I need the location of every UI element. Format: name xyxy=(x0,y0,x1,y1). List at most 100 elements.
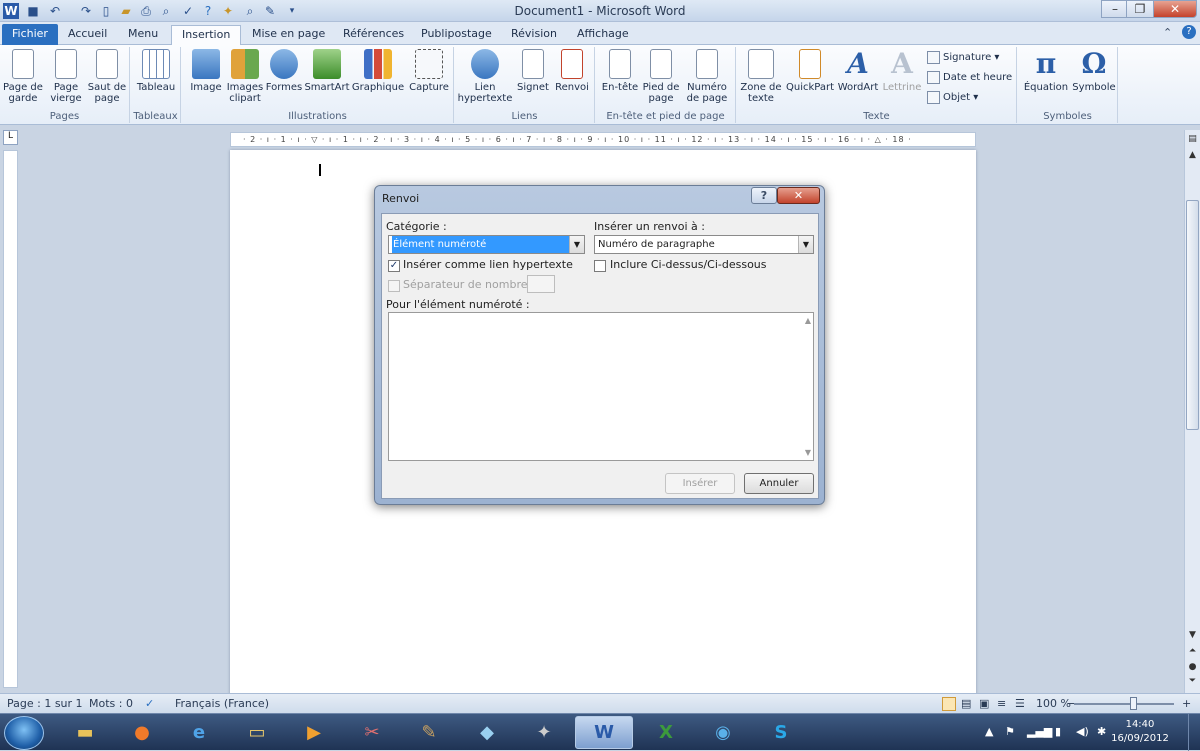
smartart-button[interactable]: SmartArt xyxy=(304,49,350,93)
numero-de-page-button[interactable]: Numéro de page xyxy=(682,49,732,104)
outlook-taskbar-icon[interactable]: ▭ xyxy=(228,716,286,749)
print-layout-icon[interactable] xyxy=(942,697,956,711)
tab-affichage[interactable]: Affichage xyxy=(567,25,639,45)
scroll-down-arrow[interactable]: ▼ xyxy=(1186,630,1199,644)
group-label-texte: Texte xyxy=(863,111,890,122)
images-clipart-button[interactable]: Images clipart xyxy=(226,49,264,104)
signet-button[interactable]: Signet xyxy=(515,49,551,93)
chevron-down-icon[interactable]: ▼ xyxy=(798,236,813,253)
dialog-help-button[interactable]: ? xyxy=(751,187,777,204)
power-icon[interactable]: ▮ xyxy=(1055,725,1061,738)
lien-hypertexte-button[interactable]: Lien hypertexte xyxy=(457,49,513,104)
clock[interactable]: 14:40 16/09/2012 xyxy=(1110,718,1170,746)
full-screen-reading-icon[interactable]: ▤ xyxy=(961,697,971,710)
zoom-in-button[interactable]: + xyxy=(1182,697,1191,710)
show-hidden-icons-arrow[interactable]: ▲ xyxy=(985,725,993,738)
page-count[interactable]: Page : 1 sur 1 xyxy=(7,697,83,710)
firefox-taskbar-icon[interactable]: ● xyxy=(113,716,171,749)
list-scroll-down-arrow[interactable]: ▼ xyxy=(805,448,811,457)
tab-mise-en-page[interactable]: Mise en page xyxy=(242,25,335,45)
minimize-button[interactable]: – xyxy=(1101,0,1129,18)
list-scroll-up-arrow[interactable]: ▲ xyxy=(805,316,811,325)
separateur-checkbox[interactable] xyxy=(388,280,400,292)
close-window-button[interactable]: ✕ xyxy=(1153,0,1197,18)
horizontal-ruler[interactable]: · 2 · ı · 1 · ı · ▽ · ı · 1 · ı · 2 · ı … xyxy=(230,132,976,147)
saut-de-page-button[interactable]: Saut de page xyxy=(86,49,128,104)
word-count[interactable]: Mots : 0 xyxy=(89,697,133,710)
inserer-renvoi-select[interactable]: Numéro de paragraphe ▼ xyxy=(594,235,814,254)
scrollbar-thumb[interactable] xyxy=(1186,200,1199,430)
formes-button[interactable]: Formes xyxy=(265,49,303,93)
skype-taskbar-icon[interactable]: S xyxy=(752,716,810,749)
paint-taskbar-icon[interactable]: ✎ xyxy=(400,716,458,749)
media-player-taskbar-icon[interactable]: ▶ xyxy=(285,716,343,749)
date-et-heure-button[interactable]: Date et heure xyxy=(927,69,1012,89)
outline-icon[interactable]: ≡ xyxy=(997,697,1006,710)
internet-explorer-taskbar-icon[interactable]: e xyxy=(170,716,228,749)
page-vierge-button[interactable]: Page vierge xyxy=(46,49,86,104)
tab-references[interactable]: Références xyxy=(333,25,414,45)
tab-selector-button[interactable]: L xyxy=(3,130,18,145)
lien-hypertexte-checkbox[interactable]: ✓ xyxy=(388,260,400,272)
zoom-slider-thumb[interactable] xyxy=(1130,697,1137,710)
tab-accueil[interactable]: Accueil xyxy=(58,25,117,45)
graphique-button[interactable]: Graphique xyxy=(350,49,406,93)
thunderbird-taskbar-icon[interactable]: ◉ xyxy=(694,716,752,749)
lettrine-button[interactable]: A Lettrine xyxy=(881,49,923,94)
pied-de-page-button[interactable]: Pied de page xyxy=(640,49,682,104)
snipping-tool-taskbar-icon[interactable]: ✂ xyxy=(343,716,401,749)
scroll-up-arrow[interactable]: ▲ xyxy=(1186,150,1199,164)
browse-object-icon[interactable]: ● xyxy=(1186,662,1199,676)
zoom-level[interactable]: 100 % xyxy=(1036,697,1071,710)
quickpart-button[interactable]: QuickPart xyxy=(785,49,835,93)
show-desktop-button[interactable] xyxy=(1188,714,1200,751)
page-de-garde-button[interactable]: Page de garde xyxy=(2,49,44,104)
tab-insertion[interactable]: Insertion xyxy=(171,25,242,46)
web-layout-icon[interactable]: ▣ xyxy=(979,697,989,710)
volume-icon[interactable]: ◀) xyxy=(1076,725,1089,738)
ruler-toggle-icon[interactable]: ▤ xyxy=(1186,134,1199,148)
categorie-select[interactable]: Élément numéroté ▼ xyxy=(388,235,585,254)
inclure-checkbox[interactable] xyxy=(594,260,606,272)
symbole-button[interactable]: Ω Symbole xyxy=(1072,49,1116,94)
image-button[interactable]: Image xyxy=(186,49,226,93)
zoom-slider[interactable] xyxy=(1074,703,1174,705)
restore-button[interactable]: ❐ xyxy=(1126,0,1154,18)
objet-button[interactable]: Objet ▾ xyxy=(927,89,978,109)
next-page-icon[interactable]: ⏷ xyxy=(1186,676,1199,690)
excel-taskbar-icon[interactable]: X xyxy=(637,716,695,749)
element-numerote-list[interactable]: ▲ ▼ xyxy=(388,312,814,461)
notes-taskbar-icon[interactable]: ◆ xyxy=(458,716,516,749)
language[interactable]: Français (France) xyxy=(175,697,269,710)
minimize-ribbon-icon[interactable]: ⌃ xyxy=(1163,26,1172,39)
draft-icon[interactable]: ☰ xyxy=(1015,697,1025,710)
tab-publipostage[interactable]: Publipostage xyxy=(411,25,502,45)
explorer-taskbar-icon[interactable]: ▬ xyxy=(56,716,114,749)
previous-page-icon[interactable]: ⏶ xyxy=(1186,646,1199,660)
help-icon[interactable]: ? xyxy=(1182,25,1196,39)
annuler-button[interactable]: Annuler xyxy=(744,473,814,494)
gimp-taskbar-icon[interactable]: ✦ xyxy=(515,716,573,749)
flag-icon[interactable]: ⚑ xyxy=(1005,725,1015,738)
network-signal-icon[interactable]: ▂▄▆ xyxy=(1027,725,1052,738)
bluetooth-icon[interactable]: ✱ xyxy=(1097,725,1106,738)
dialog-close-button[interactable]: ✕ xyxy=(777,187,820,204)
proofing-icon[interactable]: ✓ xyxy=(145,697,154,710)
tab-fichier[interactable]: Fichier xyxy=(2,24,58,45)
zone-de-texte-button[interactable]: Zone de texte xyxy=(739,49,783,104)
chevron-down-icon[interactable]: ▼ xyxy=(569,236,584,253)
renvoi-button[interactable]: Renvoi xyxy=(553,49,591,93)
tab-revision[interactable]: Révision xyxy=(501,25,567,45)
tableau-button[interactable]: Tableau xyxy=(134,49,178,93)
equation-button[interactable]: π Équation xyxy=(1020,49,1072,94)
wordart-button[interactable]: A WordArt xyxy=(836,49,880,94)
signature-button[interactable]: Signature ▾ xyxy=(927,49,999,69)
word-taskbar-icon[interactable]: W xyxy=(575,716,633,749)
en-tete-button[interactable]: En-tête xyxy=(600,49,640,93)
separateur-input[interactable] xyxy=(527,275,555,293)
inserer-button[interactable]: Insérer xyxy=(665,473,735,494)
capture-button[interactable]: Capture xyxy=(408,49,450,93)
vertical-ruler[interactable] xyxy=(3,150,18,688)
start-button[interactable] xyxy=(4,716,44,750)
tab-menu[interactable]: Menu xyxy=(118,25,168,45)
